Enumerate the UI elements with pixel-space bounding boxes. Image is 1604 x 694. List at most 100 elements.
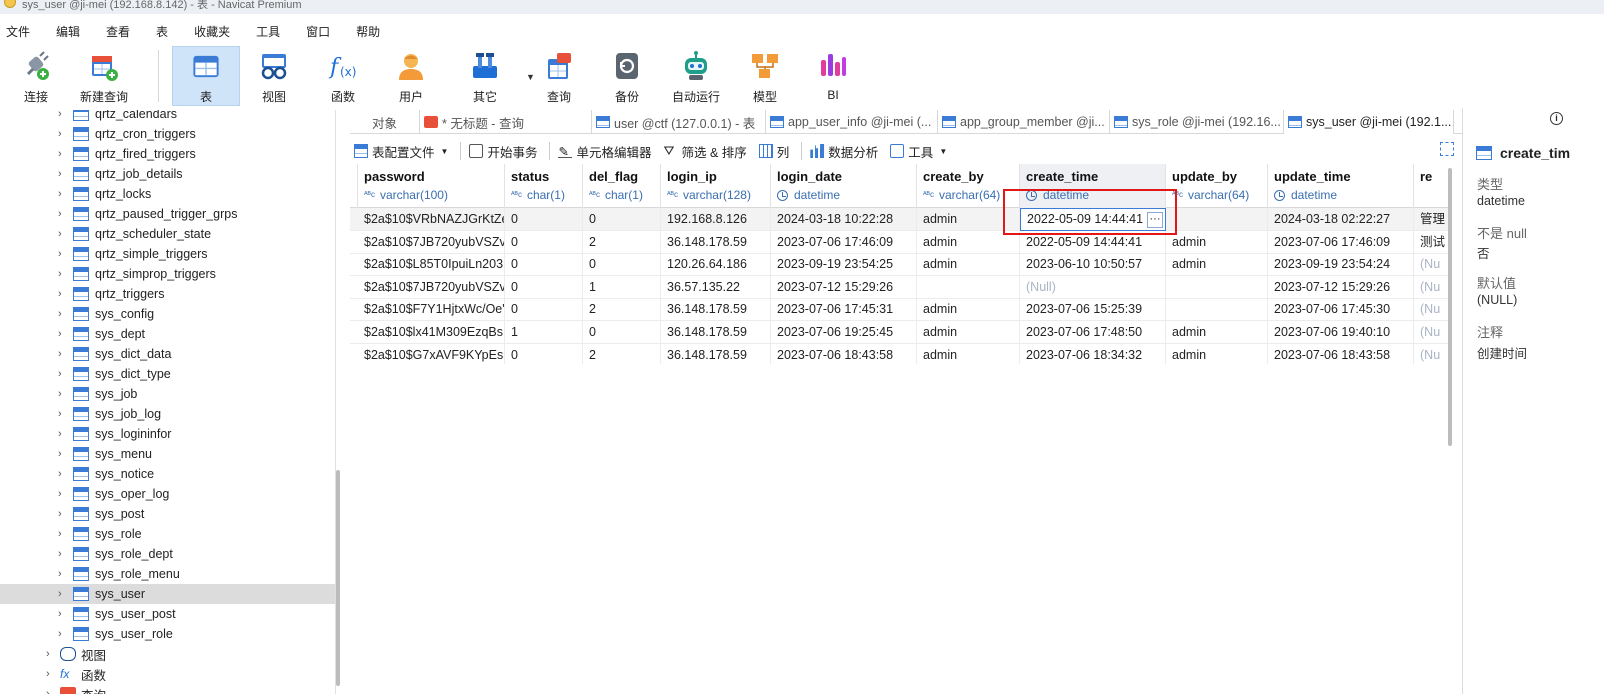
editing-cell[interactable]: 2022-05-09 14:44:41 ··· [1020,208,1166,231]
table-cell[interactable]: (Null) [1020,275,1166,299]
user-button[interactable]: 用户 [384,46,438,106]
table-cell[interactable]: 2 [583,230,661,254]
chevron-right-icon[interactable]: › [58,428,62,440]
table-cell[interactable]: 2023-07-06 17:46:09 [1268,230,1414,254]
table-cell[interactable]: (Nu [1414,344,1448,364]
table-cell[interactable]: (Nu [1414,321,1448,344]
table-cell[interactable]: 36.148.178.59 [661,343,771,364]
table-cell[interactable]: (Nu [1414,298,1448,321]
tree-table-item[interactable]: › sys_config [0,304,335,324]
table-cell[interactable]: 2023-07-06 19:40:10 [1268,321,1414,344]
table-cell[interactable]: 1 [505,321,583,344]
menu-table[interactable]: 表 [150,23,178,40]
tree-table-item[interactable]: › qrtz_calendars [0,110,335,124]
table-cell[interactable]: 0 [505,275,583,299]
table-cell[interactable]: 2024-03-18 02:22:27 [1268,208,1414,231]
table-cell[interactable]: 0 [583,208,661,231]
menu-view[interactable]: 查看 [100,23,140,40]
tree-table-item[interactable]: › sys_notice [0,464,335,484]
expand-icon[interactable] [1440,142,1454,156]
chevron-right-icon[interactable]: › [58,308,62,320]
tab-user-ctf[interactable]: user @ctf (127.0.0.1) - 表 [592,110,766,134]
tab-app-user-info[interactable]: app_user_info @ji-mei (... [766,110,938,134]
table-cell[interactable]: admin [917,230,1020,254]
table-cell[interactable]: admin [1166,230,1268,254]
chevron-right-icon[interactable]: › [46,688,50,694]
tree-group-views[interactable]: › 视图 [0,644,335,664]
tab-sys-role[interactable]: sys_role @ji-mei (192.16... [1110,110,1284,134]
sidebar-scrollbar[interactable] [336,470,340,686]
table-cell[interactable]: 36.148.178.59 [661,321,771,344]
table-cell[interactable] [1166,275,1268,299]
tree-table-item[interactable]: › sys_job_log [0,404,335,424]
chevron-right-icon[interactable]: › [58,588,62,600]
tree-table-item[interactable]: › sys_role [0,524,335,544]
chevron-right-icon[interactable]: › [58,208,62,220]
table-row[interactable]: $2a$10$G7xAVF9KYpEsr 0 2 36.148.178.59 2023-… [350,343,1448,364]
column-header-del-flag[interactable]: del_flag ᴬᴮc char(1) [583,164,661,208]
tools-button[interactable]: 工具 ▼ [890,142,947,161]
new-query-button[interactable]: 新建查询 [74,46,134,106]
table-cell[interactable]: 2 [583,298,661,322]
table-cell[interactable]: 0 [583,253,661,277]
tree-table-item[interactable]: › sys_dept [0,324,335,344]
data-analysis-button[interactable]: 数据分析 [810,142,878,161]
table-cell[interactable]: (Nu [1414,276,1448,299]
table-row[interactable]: $2a$10$VRbNAZJGrKtZe 0 0 192.168.8.126 2024-… [350,208,1448,231]
chevron-right-icon[interactable]: › [58,168,62,180]
info-icon[interactable]: i [1550,112,1563,125]
table-cell[interactable]: (Nu [1414,253,1448,276]
column-header-create-time[interactable]: create_time datetime [1020,164,1166,208]
table-cell[interactable]: 0 [505,208,583,231]
chevron-right-icon[interactable]: › [58,408,62,420]
tree-table-item[interactable]: › qrtz_job_details [0,164,335,184]
table-cell[interactable]: 2023-09-19 23:54:24 [1268,253,1414,277]
column-header-re[interactable]: re [1414,164,1448,208]
chevron-right-icon[interactable]: › [58,110,62,120]
table-cell[interactable]: admin [917,321,1020,344]
column-header-create-by[interactable]: create_by ᴬᴮc varchar(64) [917,164,1020,208]
table-cell[interactable]: 192.168.8.126 [661,208,771,231]
tree-table-item[interactable]: › sys_oper_log [0,484,335,504]
tree-table-item[interactable]: › sys_role_menu [0,564,335,584]
table-cell[interactable]: 2023-07-06 19:25:45 [771,321,917,344]
tree-table-item[interactable]: › sys_menu [0,444,335,464]
table-cell[interactable]: $2a$10$VRbNAZJGrKtZe [358,208,505,231]
chevron-right-icon[interactable]: › [58,328,62,340]
table-cell[interactable]: 2023-07-06 17:45:31 [771,298,917,322]
table-cell[interactable]: 2023-09-19 23:54:25 [771,253,917,277]
table-cell[interactable]: admin [917,208,1020,231]
table-row[interactable]: $2a$10$L85T0IpuiLn203 0 0 120.26.64.186 2023… [350,253,1448,277]
table-cell[interactable]: $2a$10$7JB720yubVSZv [358,275,505,299]
connect-button[interactable]: 连接 [8,46,64,106]
table-cell[interactable] [917,275,1020,299]
table-row[interactable]: $2a$10$7JB720yubVSZv 0 1 36.57.135.22 2023-0… [350,275,1448,299]
menu-tools[interactable]: 工具 [250,23,290,40]
chevron-right-icon[interactable]: › [58,248,62,260]
chevron-right-icon[interactable]: › [58,268,62,280]
table-row[interactable]: $2a$10$7JB720yubVSZv 0 2 36.148.178.59 2023-… [350,230,1448,254]
table-cell[interactable]: 2022-05-09 14:44:41 [1020,230,1166,254]
table-cell[interactable]: 120.26.64.186 [661,253,771,277]
table-config-file-button[interactable]: 表配置文件 ▼ [354,142,448,161]
table-cell[interactable]: 2023-07-06 17:48:50 [1020,321,1166,344]
menu-edit[interactable]: 编辑 [50,23,90,40]
table-cell[interactable]: 2024-03-18 10:22:28 [771,208,917,231]
tree-table-item[interactable]: › sys_logininfor [0,424,335,444]
table-cell[interactable]: $2a$10$lx41M309EzqBs [358,321,505,344]
chevron-right-icon[interactable]: › [58,508,62,520]
table-cell[interactable]: admin [917,253,1020,277]
tree-table-item[interactable]: › sys_role_dept [0,544,335,564]
chevron-right-icon[interactable]: › [58,548,62,560]
table-cell[interactable]: 1 [583,275,661,299]
column-header-login-ip[interactable]: login_ip ᴬᴮc varchar(128) [661,164,771,208]
table-cell[interactable]: 2023-07-06 18:34:32 [1020,343,1166,364]
table-cell[interactable]: $2a$10$7JB720yubVSZv [358,230,505,254]
view-button[interactable]: 视图 [248,46,300,106]
table-cell[interactable]: 2023-07-12 15:29:26 [1268,275,1414,299]
tree-table-item[interactable]: › sys_dict_type [0,364,335,384]
chevron-right-icon[interactable]: › [58,468,62,480]
tree-table-item[interactable]: › sys_job [0,384,335,404]
ellipsis-editor-button[interactable]: ··· [1147,212,1163,228]
table-cell[interactable]: 36.57.135.22 [661,275,771,299]
